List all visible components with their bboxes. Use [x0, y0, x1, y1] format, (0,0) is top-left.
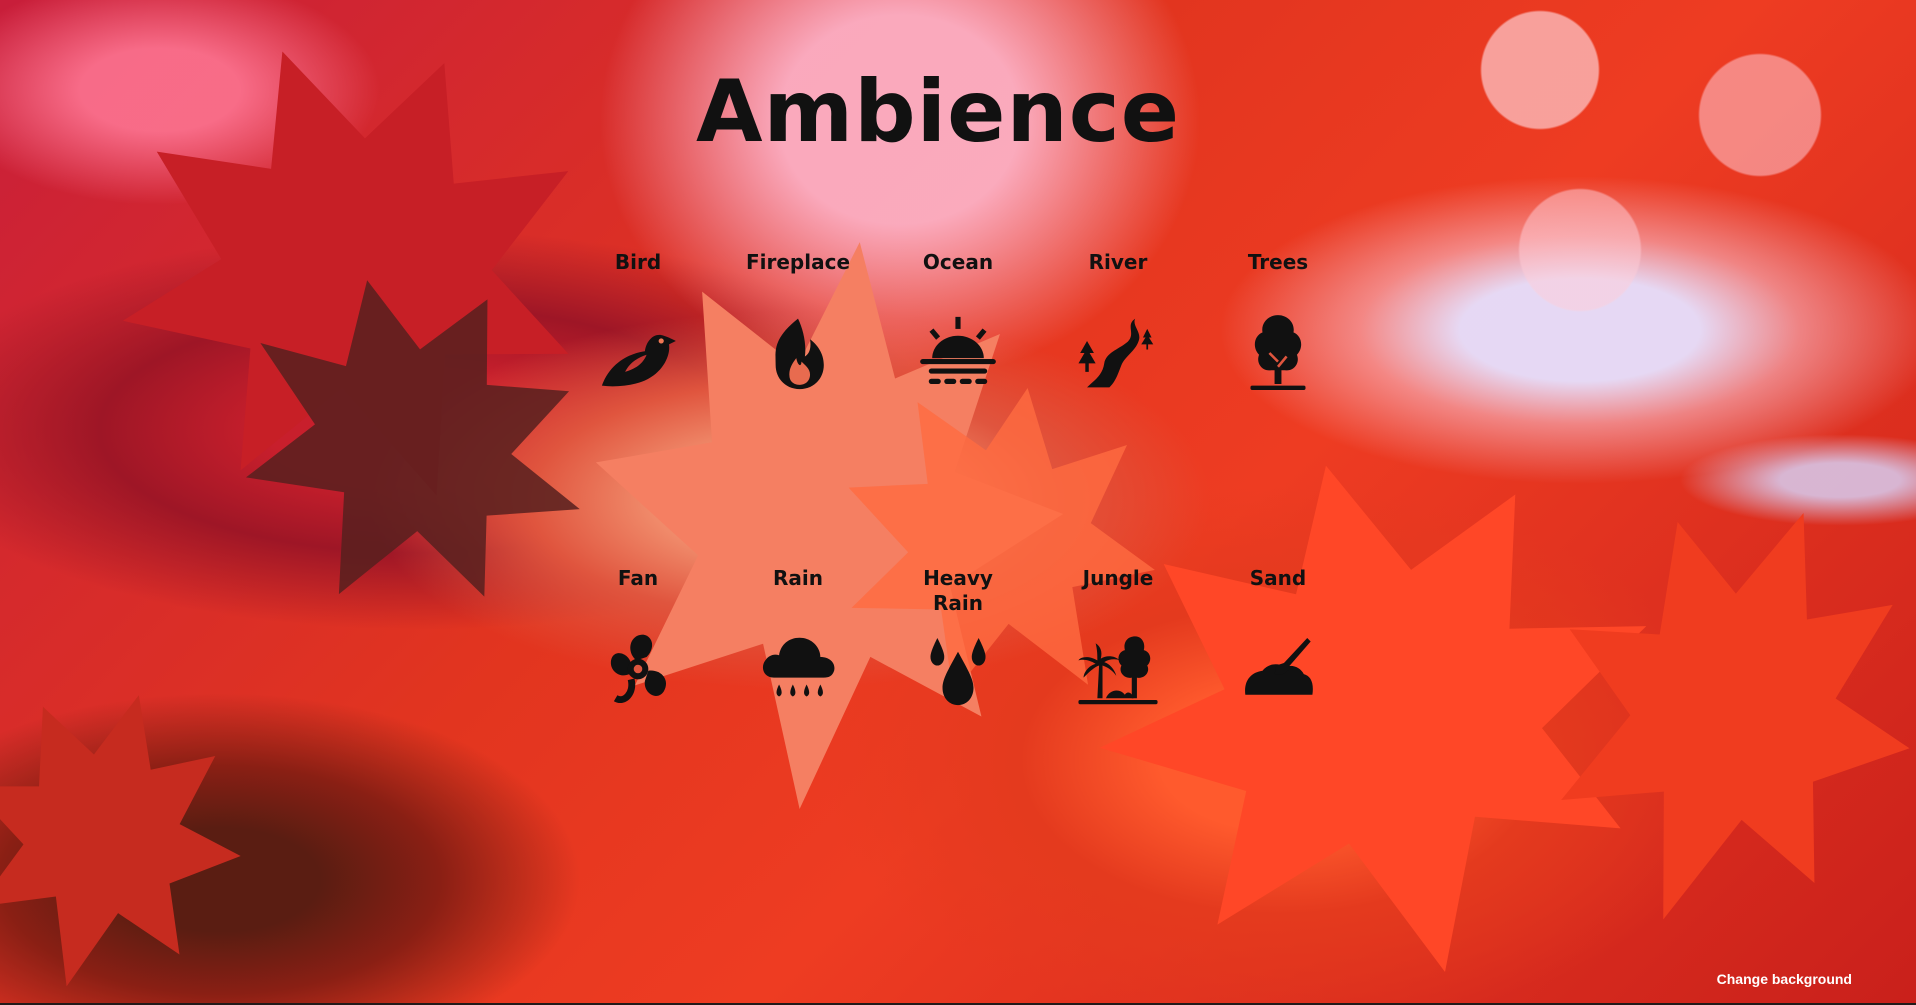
sound-jungle[interactable]: Jungle: [1038, 566, 1198, 766]
fire-icon[interactable]: [755, 310, 841, 396]
sound-bird[interactable]: Bird: [558, 250, 718, 566]
sound-rain[interactable]: Rain: [718, 566, 878, 766]
change-background-button[interactable]: Change background: [1717, 971, 1852, 987]
sound-label: River: [1088, 250, 1148, 274]
sound-label: Jungle: [1082, 566, 1154, 590]
river-icon[interactable]: [1075, 310, 1161, 396]
sound-heavy-rain[interactable]: Heavy Rain: [878, 566, 1038, 766]
sound-sand[interactable]: Sand: [1198, 566, 1358, 766]
sound-label: Fan: [617, 566, 659, 590]
sound-label: Heavy Rain: [923, 566, 993, 615]
bird-icon[interactable]: [595, 310, 681, 396]
sound-label: Sand: [1249, 566, 1307, 590]
sunset-water-icon[interactable]: [915, 310, 1001, 396]
cloud-rain-icon[interactable]: [755, 626, 841, 712]
fan-icon[interactable]: [595, 626, 681, 712]
sound-trees[interactable]: Trees: [1198, 250, 1358, 566]
sound-fan[interactable]: Fan: [558, 566, 718, 766]
app-title: Ambience: [695, 62, 1181, 162]
sound-label: Fireplace: [745, 250, 851, 274]
jungle-icon[interactable]: [1075, 626, 1161, 712]
sound-fireplace[interactable]: Fireplace: [718, 250, 878, 566]
sand-shovel-icon[interactable]: [1235, 626, 1321, 712]
sound-river[interactable]: River: [1038, 250, 1198, 566]
sound-label: Bird: [614, 250, 662, 274]
tree-icon[interactable]: [1235, 310, 1321, 396]
sound-label: Trees: [1247, 250, 1309, 274]
sound-grid: Bird Fireplace Ocean River Trees Fan Rai…: [558, 250, 1358, 766]
sound-label: Ocean: [922, 250, 994, 274]
sound-label: Rain: [773, 566, 823, 590]
droplets-icon[interactable]: [915, 626, 1001, 712]
sound-ocean[interactable]: Ocean: [878, 250, 1038, 566]
